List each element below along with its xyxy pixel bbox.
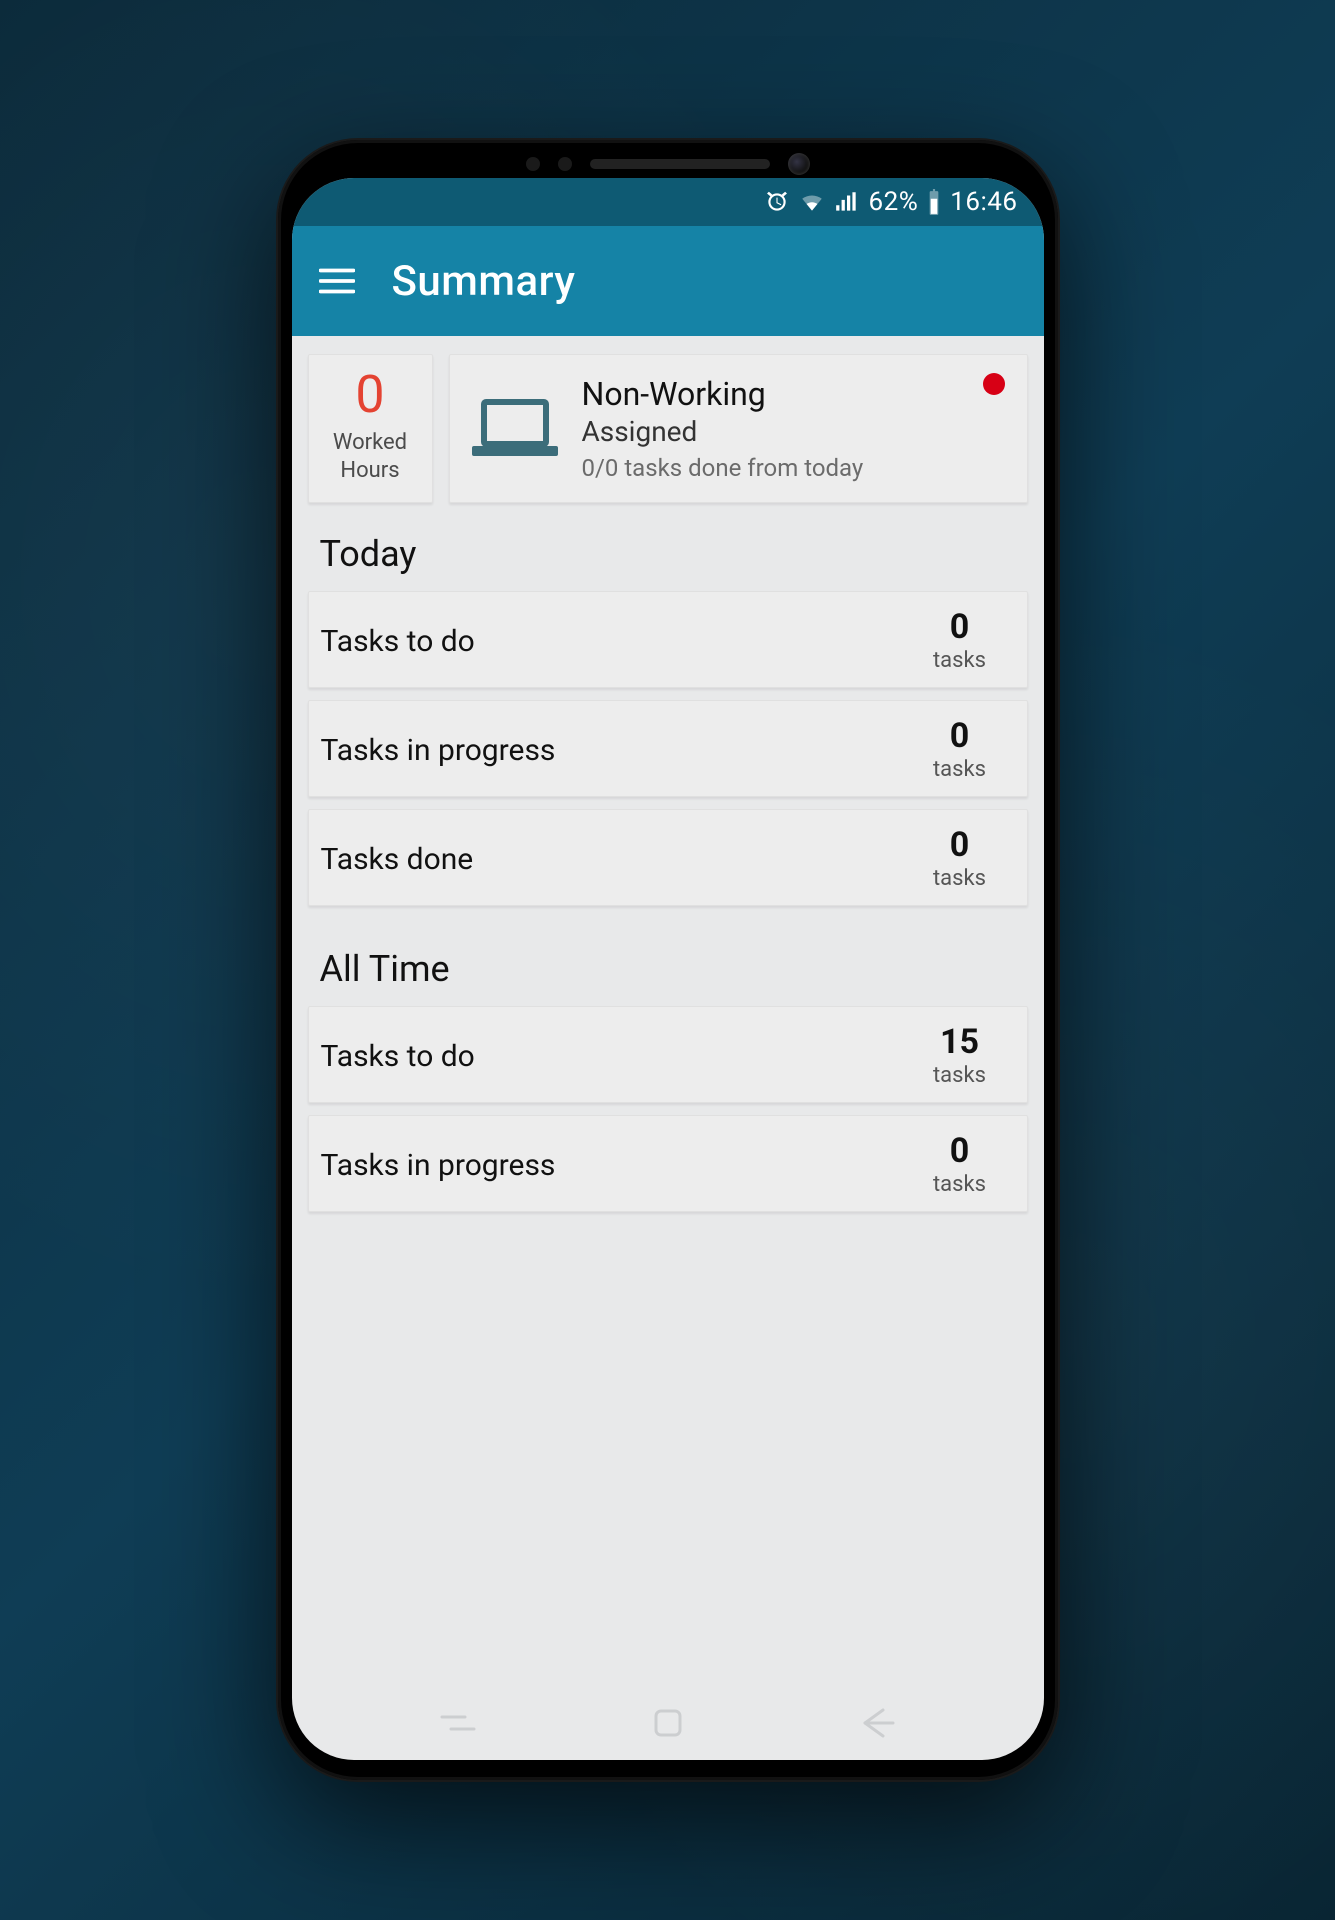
front-sensor-dot [526,157,540,171]
worked-hours-value: 0 [355,369,384,421]
android-nav-bar [292,1690,1044,1760]
phone-screen: 62% 16:46 Summary [292,178,1044,1760]
row-tasks-done-today[interactable]: Tasks done 0 tasks [308,809,1028,906]
alarm-icon [764,189,790,215]
row-value: 0 [950,719,970,753]
presentation-canvas: 62% 16:46 Summary [200,0,1135,1920]
row-label: Tasks done [321,842,474,877]
home-button[interactable] [651,1706,685,1744]
cellular-icon [834,189,860,215]
row-label: Tasks in progress [321,1148,556,1183]
menu-button[interactable] [316,260,358,302]
status-subtitle: Assigned [582,415,864,448]
row-value-col: 0 tasks [915,1134,1005,1197]
clock-label: 16:46 [950,187,1017,217]
back-button[interactable] [859,1706,897,1744]
row-unit: tasks [933,866,986,891]
status-text-col: Non-Working Assigned 0/0 tasks done from… [582,375,864,482]
worked-hours-card[interactable]: 0 Worked Hours [308,354,433,503]
worked-hours-label: Worked Hours [333,429,407,484]
row-tasks-to-do-all-time[interactable]: Tasks to do 15 tasks [308,1006,1028,1103]
row-label: Tasks in progress [321,733,556,768]
earpiece-speaker [590,159,770,169]
section-header-today: Today [302,503,1034,591]
row-unit: tasks [933,648,986,673]
row-value: 0 [950,1134,970,1168]
row-label: Tasks to do [321,1039,475,1074]
status-indicator-dot [983,373,1005,395]
row-unit: tasks [933,757,986,782]
recents-button[interactable] [439,1707,477,1743]
page-title: Summary [392,257,576,306]
wifi-icon [798,189,826,215]
row-value: 0 [950,828,970,862]
status-icons: 62% 16:46 [764,187,1017,217]
battery-icon [926,189,942,215]
row-label: Tasks to do [321,624,475,659]
row-unit: tasks [933,1063,986,1088]
row-value-col: 0 tasks [915,719,1005,782]
status-detail: 0/0 tasks done from today [582,454,864,482]
row-tasks-in-progress-today[interactable]: Tasks in progress 0 tasks [308,700,1028,797]
row-value-col: 15 tasks [915,1025,1005,1088]
row-value-col: 0 tasks [915,610,1005,673]
top-cards-row: 0 Worked Hours [302,354,1034,503]
row-value: 15 [940,1025,979,1059]
row-value-col: 0 tasks [915,828,1005,891]
phone-sensor-bar [278,140,1058,188]
app-bar: Summary [292,226,1044,336]
row-value: 0 [950,610,970,644]
front-sensor-dot [558,157,572,171]
row-unit: tasks [933,1172,986,1197]
laptop-icon [470,398,560,460]
status-title: Non-Working [582,375,864,413]
row-tasks-to-do-today[interactable]: Tasks to do 0 tasks [308,591,1028,688]
phone-frame: 62% 16:46 Summary [278,140,1058,1780]
front-camera [788,153,810,175]
section-header-all-time: All Time [302,918,1034,1006]
working-status-card[interactable]: Non-Working Assigned 0/0 tasks done from… [449,354,1028,503]
row-tasks-in-progress-all-time[interactable]: Tasks in progress 0 tasks [308,1115,1028,1212]
content-area: 0 Worked Hours [292,336,1044,1242]
battery-pct-label: 62% [868,187,918,217]
